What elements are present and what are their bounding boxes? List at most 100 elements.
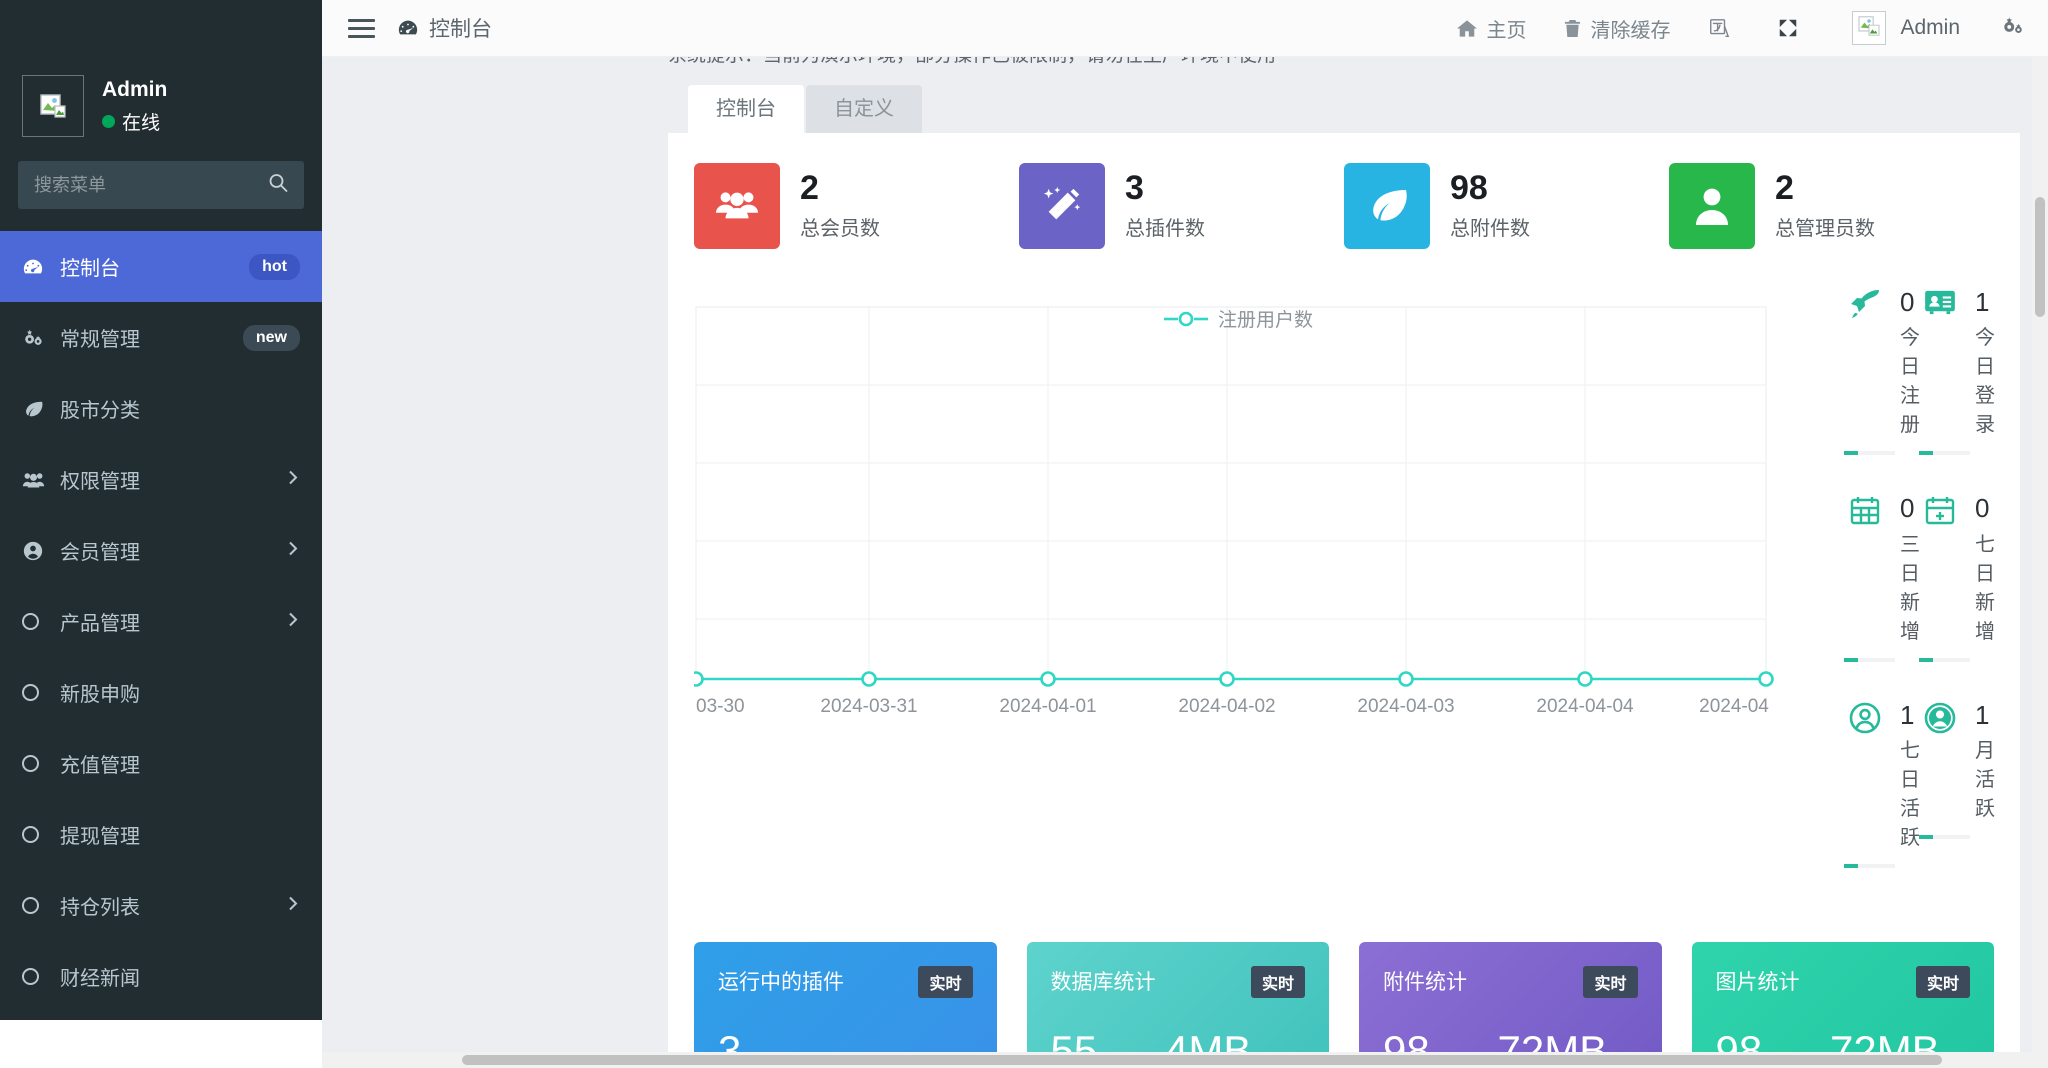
mini-stat-label: 七日新增 (1975, 533, 1995, 643)
sidebar-item-product-management[interactable]: 产品管理 (0, 586, 322, 657)
sidebar-item-member-management[interactable]: 会员管理 (0, 515, 322, 586)
users-group-icon (694, 163, 780, 249)
sidebar-item-recharge-management[interactable]: 充值管理 (0, 728, 322, 799)
sidebar-user-panel[interactable]: Admin 在线 (0, 57, 322, 155)
chevron-right-icon (288, 895, 298, 916)
gradient-cards: 运行中的插件 实时 3 数据库统计 实时 55 4MB 附件统计 实时 98 7… (694, 941, 1994, 1068)
sidebar-user-status-label: 在线 (122, 112, 161, 134)
mini-stat-three-day-new: 0 三日新增 (1844, 493, 1920, 662)
chevron-right-icon (288, 611, 298, 632)
card-running-plugins: 运行中的插件 实时 3 (694, 941, 997, 1068)
sidebar-item-withdrawal-management[interactable]: 提现管理 (0, 799, 322, 870)
svg-text:2024-04-02: 2024-04-02 (1178, 696, 1275, 717)
gears-icon (22, 328, 52, 348)
sidebar-item-label: 股市分类 (60, 400, 140, 422)
magic-wand-icon (1019, 163, 1105, 249)
card-image-stats: 图片统计 实时 98 72MB (1691, 941, 1994, 1068)
sidebar-item-permission-management[interactable]: 权限管理 (0, 444, 322, 515)
mini-stat-value: 0 (1900, 493, 1915, 524)
mini-stat-label: 七日活跃 (1900, 739, 1920, 849)
stat-label: 总管理员数 (1775, 218, 1875, 241)
mini-stat-value: 1 (1900, 699, 1915, 730)
hamburger-icon (348, 18, 375, 38)
stat-card-total-plugins: 3 总插件数 (1019, 163, 1344, 249)
menu-toggle-button[interactable] (322, 14, 397, 43)
sidebar: Admin 在线 搜索菜单 控制台 hot 常规管理 new 股市分类 权限管理… (0, 0, 322, 1068)
id-card-icon (1919, 289, 1961, 315)
user-filled-icon (1919, 702, 1961, 734)
svg-text:2024-04-03: 2024-04-03 (1357, 696, 1454, 717)
search-icon[interactable] (268, 173, 288, 198)
user-icon (1669, 163, 1755, 249)
sidebar-item-label: 持仓列表 (60, 897, 140, 919)
mini-stat-label: 月活跃 (1975, 739, 1995, 820)
fullscreen-icon (1777, 17, 1799, 39)
mini-stat-today-register: 0 今日注册 (1844, 287, 1920, 456)
leaf-icon (1344, 163, 1430, 249)
mini-stat-seven-day-active: 1 七日活跃 (1844, 699, 1920, 868)
rocket-icon (1844, 289, 1886, 319)
leaf-icon (22, 399, 52, 419)
sidebar-item-dashboard[interactable]: 控制台 hot (0, 231, 322, 302)
sidebar-item-position-list[interactable]: 持仓列表 (0, 870, 322, 941)
tab-dashboard[interactable]: 控制台 (688, 85, 804, 133)
mini-stat-value: 0 (1900, 287, 1915, 317)
language-switch-button[interactable] (1708, 17, 1739, 39)
progress-bar (1844, 657, 1895, 662)
dashboard-icon (22, 256, 52, 278)
registration-chart[interactable]: 注册用户数 03-30 2024-03-31 2024-04-01 2024-0… (688, 289, 1794, 908)
sidebar-item-financial-news[interactable]: 财经新闻 (0, 941, 322, 1012)
dashboard-panel: 2 总会员数 3 总插件数 98 总附件数 2 总管理员数 注册用户数 03-3… (668, 133, 2020, 1068)
sidebar-item-label: 新股申购 (60, 684, 140, 706)
svg-text:2024-04-04: 2024-04-04 (1536, 696, 1634, 717)
stat-value: 98 (1450, 168, 1488, 207)
stat-value: 2 (800, 168, 819, 207)
sidebar-item-stock-category[interactable]: 股市分类 (0, 373, 322, 444)
sidebar-user-status: 在线 (102, 108, 167, 135)
sidebar-item-label: 常规管理 (60, 329, 140, 351)
sidebar-item-label: 财经新闻 (60, 968, 140, 990)
topbar-avatar[interactable] (1852, 11, 1887, 45)
circle-icon (22, 684, 52, 701)
clear-cache-button[interactable]: 清除缓存 (1564, 14, 1670, 43)
horizontal-scrollbar[interactable] (322, 1052, 2048, 1068)
sidebar-bottom-spacer (0, 1020, 322, 1068)
broken-image-icon (1858, 15, 1880, 41)
svg-text:03-30: 03-30 (696, 696, 745, 717)
sidebar-badge-hot: hot (249, 253, 300, 280)
progress-bar (1919, 451, 1970, 456)
home-button[interactable]: 主页 (1457, 14, 1526, 43)
stat-card-total-attachments: 98 总附件数 (1344, 163, 1669, 249)
broken-image-icon (40, 94, 66, 118)
sidebar-item-general-management[interactable]: 常规管理 new (0, 302, 322, 373)
topbar-user-name[interactable]: Admin (1900, 16, 1960, 40)
language-icon (1708, 17, 1730, 39)
circle-icon (22, 897, 52, 914)
sidebar-item-label: 产品管理 (60, 613, 140, 635)
chevron-right-icon (288, 540, 298, 561)
tab-custom[interactable]: 自定义 (806, 85, 922, 133)
card-title: 运行中的插件 (718, 970, 844, 994)
settings-button[interactable] (2000, 15, 2024, 42)
user-outline-icon (1844, 702, 1886, 734)
progress-bar (1844, 451, 1895, 456)
svg-text:2024-03-31: 2024-03-31 (820, 696, 917, 717)
fullscreen-button[interactable] (1777, 17, 1808, 39)
stat-value: 3 (1125, 168, 1144, 207)
mini-stat-label: 三日新增 (1900, 533, 1920, 643)
stat-card-total-members: 2 总会员数 (694, 163, 1019, 249)
sidebar-item-label: 会员管理 (60, 542, 140, 564)
search-input[interactable] (18, 161, 304, 209)
vertical-scrollbar[interactable] (2032, 57, 2048, 1068)
card-database-stats: 数据库统计 实时 55 4MB (1026, 941, 1329, 1068)
online-dot-icon (102, 114, 115, 128)
user-circle-icon (22, 540, 52, 562)
mini-stat-label: 今日注册 (1900, 327, 1920, 437)
sidebar-item-new-stock-subscription[interactable]: 新股申购 (0, 657, 322, 728)
card-title: 数据库统计 (1050, 970, 1156, 994)
mini-stat-value: 1 (1975, 699, 1990, 730)
page-title: 控制台 (397, 13, 492, 43)
mini-stat-seven-day-new: 0 七日新增 (1919, 494, 1995, 662)
mini-stats-panel: 0 今日注册 1 今日登录 0 三日新增 0 七日新增 1 七日活跃 1 月活跃 (1844, 287, 1995, 908)
trash-icon (1564, 19, 1581, 38)
